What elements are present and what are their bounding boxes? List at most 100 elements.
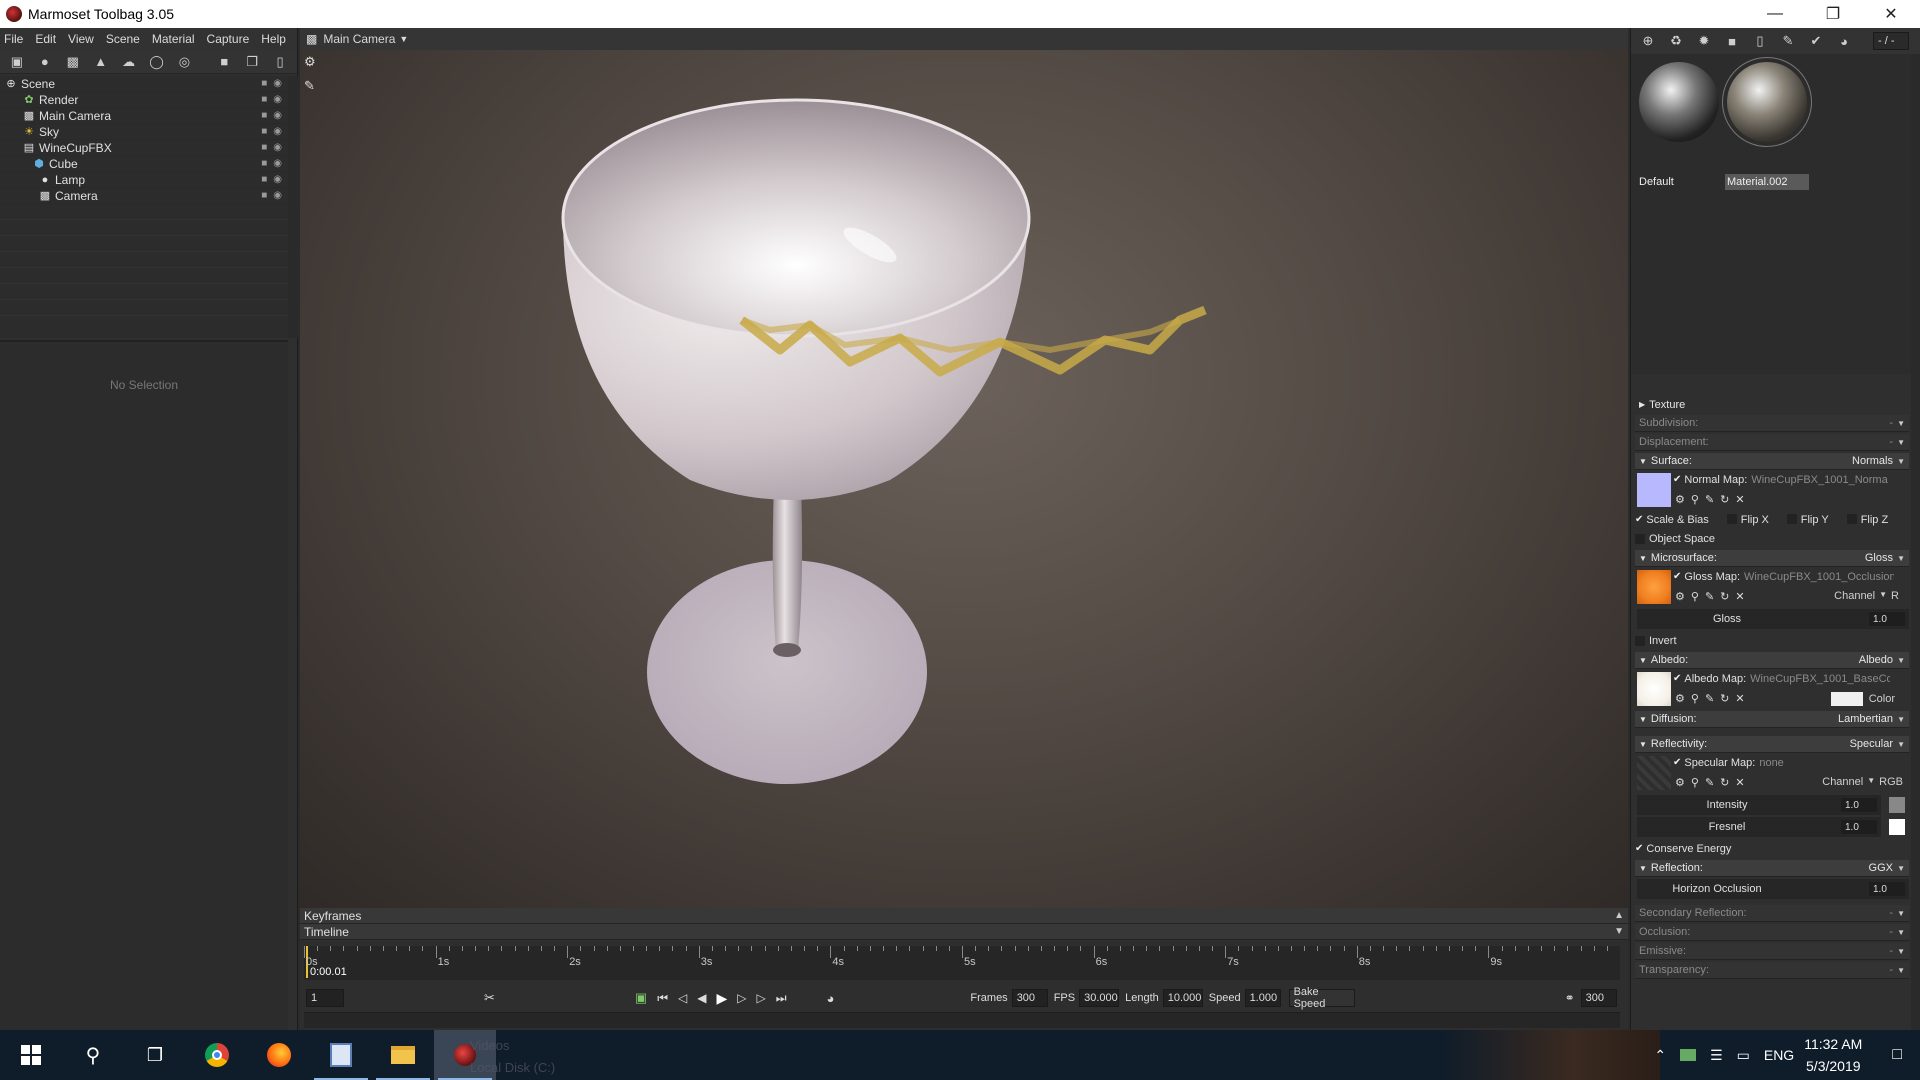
collapse-up-icon[interactable]: ▲ [1614,910,1624,921]
lock-icon[interactable]: ■ [261,190,267,201]
reflection-value[interactable]: GGX [1869,862,1893,874]
horizon-occlusion-slider[interactable]: Horizon Occlusion 1.0 [1637,879,1909,899]
close-button[interactable]: ✕ [1862,0,1920,28]
scissors-icon[interactable]: ✂ [484,990,495,1006]
keyframes-header[interactable]: Keyframes ▲ [300,908,1628,924]
refresh-icon[interactable]: ↻ [1720,493,1729,506]
scene-tree-scrollbar[interactable] [288,76,298,338]
reflectivity-section[interactable]: ▼ Reflectivity: Specular ▼ [1635,736,1909,753]
subdivision-section[interactable]: Subdivision: - ▼ [1635,415,1909,432]
chevron-down-icon[interactable]: ▼ [1897,928,1905,937]
lock-icon[interactable]: ■ [261,126,267,137]
chevron-down-icon[interactable]: ▼ [1897,554,1905,563]
normal-map-file[interactable]: WineCupFBX_1001_Norma [1751,474,1891,486]
add-shadow-catcher-icon[interactable]: ▲ [90,52,112,72]
specular-map-swatch[interactable] [1637,756,1671,790]
search-icon[interactable]: ⚲ [1691,776,1699,789]
add-mesh-icon[interactable]: ▣ [6,52,28,72]
chevron-down-icon[interactable]: ▼ [1897,715,1905,724]
material-label-default[interactable]: Default [1637,174,1721,190]
lock-icon[interactable]: ■ [261,78,267,89]
3d-viewport[interactable]: ⚙ ✎ [300,50,1628,908]
menu-view[interactable]: View [68,32,94,46]
chevron-down-icon[interactable]: ▼ [1897,419,1905,428]
eyedropper-icon[interactable]: ✎ [1705,776,1714,789]
normal-map-swatch[interactable] [1637,473,1671,507]
refresh-icon[interactable]: ↻ [1720,590,1729,603]
add-light-icon[interactable]: ● [34,52,56,72]
step-back-icon[interactable]: ◀ [697,991,706,1005]
gloss-map-swatch[interactable] [1637,570,1671,604]
chevron-down-icon[interactable]: ▼ [1879,590,1887,602]
intensity-slider[interactable]: Intensity 1.0 [1637,795,1905,815]
menu-help[interactable]: Help [261,32,286,46]
chevron-down-icon[interactable]: ▼ [1897,966,1905,975]
skip-start-icon[interactable]: ⏮ [657,991,668,1006]
chevron-down-icon[interactable]: ▼ [399,34,408,44]
apply-material-icon[interactable]: ✔ [1805,31,1827,51]
menu-edit[interactable]: Edit [35,32,56,46]
check-icon[interactable]: ✔ [1673,571,1681,582]
spec-channel-value[interactable]: RGB [1879,776,1903,788]
speed-field[interactable]: 1.000 [1244,989,1281,1007]
albedo-map-file[interactable]: WineCupFBX_1001_BaseCo [1750,673,1890,685]
add-camera-icon[interactable]: ▩ [62,52,84,72]
chevron-down-icon[interactable]: ▼ [1897,656,1905,665]
eyedropper-icon[interactable]: ✎ [1705,493,1714,506]
add-turntable-icon[interactable]: ◯ [146,52,168,72]
step-forward-icon[interactable]: ▷ [737,991,746,1005]
camera-selector[interactable]: Main Camera [323,32,395,46]
tree-item-winecupfbx[interactable]: ▤ WineCupFBX ■ ◉ [0,140,288,156]
frames-field[interactable]: 300 [1011,989,1048,1007]
chevron-down-icon[interactable]: ▼ [1897,457,1905,466]
trash-icon[interactable]: ▯ [1749,31,1771,51]
play-icon[interactable]: ▶ [716,990,727,1007]
check-icon[interactable]: ✔ [1673,757,1681,768]
eyedropper-icon[interactable]: ✎ [1705,590,1714,603]
close-icon[interactable]: ✕ [1735,692,1744,705]
next-key-icon[interactable]: ▷ [757,991,766,1005]
tree-item-lamp[interactable]: ● Lamp ■ ◉ [0,172,288,188]
gloss-map-file[interactable]: WineCupFBX_1001_Occlusion [1744,571,1894,583]
chevron-down-icon[interactable]: ▼ [1897,947,1905,956]
bake-speed-button[interactable]: Bake Speed [1288,986,1355,1010]
eye-icon[interactable]: ◉ [273,78,282,89]
minimize-button[interactable]: — [1746,0,1804,28]
gear-icon[interactable]: ⚙ [1675,692,1685,705]
intensity-value[interactable]: 1.0 [1841,798,1877,812]
surface-value[interactable]: Normals [1852,455,1893,467]
folder-icon[interactable]: ■ [213,52,235,72]
diffusion-value[interactable]: Lambertian [1838,713,1893,725]
gloss-channel-value[interactable]: R [1891,590,1899,602]
duplicate-icon[interactable]: ❐ [241,52,263,72]
texture-section[interactable]: ▶ Texture [1635,396,1909,413]
search-button[interactable]: ⚲ [62,1030,124,1080]
length-field[interactable]: 10.000 [1162,989,1203,1007]
eye-icon[interactable]: ◉ [273,94,282,105]
nvidia-icon[interactable] [1680,1049,1697,1061]
albedo-value[interactable]: Albedo [1859,654,1893,666]
eye-icon[interactable]: ◉ [273,190,282,201]
end-frame-field[interactable]: 300 [1580,989,1617,1007]
eye-icon[interactable]: ◉ [273,110,282,121]
eye-icon[interactable]: ◉ [273,142,282,153]
skip-end-icon[interactable]: ⏭ [776,991,787,1006]
start-button[interactable] [0,1030,62,1080]
occlusion-section[interactable]: Occlusion: - ▼ [1635,924,1909,941]
tree-item-main-camera[interactable]: ▩ Main Camera ■ ◉ [0,108,288,124]
clock[interactable]: 11:32 AM 5/3/2019 [1804,1033,1862,1077]
material-page-field[interactable]: - / - [1873,32,1909,50]
fps-field[interactable]: 30.000 [1079,989,1120,1007]
microsurface-value[interactable]: Gloss [1865,552,1893,564]
chevron-down-icon[interactable]: ▼ [1897,438,1905,447]
chevron-up-icon[interactable]: ⌃ [1654,1047,1666,1064]
gear-icon[interactable]: ⚙ [1675,776,1685,789]
notifications-icon[interactable]: □ [1892,1046,1902,1064]
gloss-slider-value[interactable]: 1.0 [1869,612,1905,626]
eyedropper-icon[interactable]: ✎ [1705,692,1714,705]
eye-icon[interactable]: ◉ [273,174,282,185]
lock-icon[interactable]: ■ [261,174,267,185]
chrome-button[interactable] [186,1030,248,1080]
task-view-button[interactable]: ❐ [124,1030,186,1080]
emissive-section[interactable]: Emissive: - ▼ [1635,943,1909,960]
